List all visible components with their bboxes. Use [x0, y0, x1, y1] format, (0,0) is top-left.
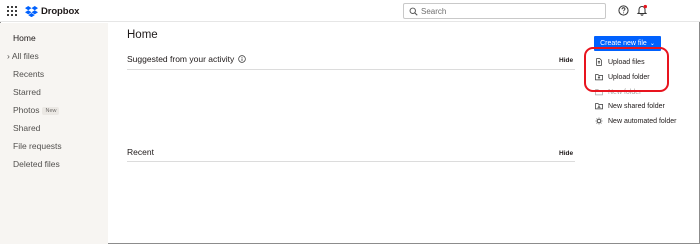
menu-item-label: New automated folder — [608, 117, 677, 125]
menu-item-new-shared-folder[interactable]: New shared folder — [595, 101, 665, 111]
sidebar-item-label: Recents — [13, 69, 45, 79]
sidebar-item-label: Starred — [13, 87, 41, 97]
sidebar-item-photos[interactable]: Photos New — [13, 105, 60, 115]
create-button-label: Create new file — [600, 40, 647, 47]
logo-text: Dropbox — [41, 5, 80, 17]
sidebar-item-label: File requests — [13, 141, 62, 151]
info-icon[interactable] — [238, 55, 246, 63]
sidebar-item-starred[interactable]: Starred — [13, 87, 41, 97]
notification-bell-icon[interactable] — [636, 4, 648, 16]
sidebar-item-label: All files — [11, 51, 39, 61]
chevron-down-icon: ⌄ — [649, 41, 655, 47]
sidebar-item-deleted-files[interactable]: Deleted files — [13, 159, 60, 169]
page-title: Home — [127, 29, 158, 41]
sidebar-item-label: Photos — [13, 105, 40, 115]
dropbox-icon — [25, 5, 38, 17]
sidebar: Home › All files Recents Starred Photos Ne… — [0, 23, 108, 244]
sidebar-item-label: Deleted files — [13, 159, 60, 169]
search-box[interactable] — [403, 3, 606, 19]
sidebar-item-recents[interactable]: Recents — [13, 69, 44, 79]
suggested-title-text: Suggested from your activity — [127, 54, 235, 64]
suggested-divider — [127, 69, 575, 70]
recent-section-title: Recent — [127, 147, 154, 157]
search-icon — [409, 7, 418, 16]
red-highlight-annotation — [584, 47, 669, 92]
sidebar-item-label: Home — [13, 33, 36, 43]
sidebar-item-shared[interactable]: Shared — [13, 123, 40, 133]
menu-item-new-automated-folder[interactable]: New automated folder — [595, 116, 676, 126]
recent-divider — [127, 161, 575, 162]
automated-folder-icon — [595, 117, 603, 125]
recent-hide-link[interactable]: Hide — [559, 150, 573, 157]
sidebar-item-all-files[interactable]: › All files — [7, 51, 39, 61]
menu-item-label: New shared folder — [608, 102, 665, 110]
suggested-hide-link[interactable]: Hide — [559, 57, 573, 64]
top-bar: Dropbox — [0, 0, 700, 22]
new-badge: New — [42, 107, 60, 115]
suggested-section-title: Suggested from your activity — [127, 54, 246, 64]
recent-title-text: Recent — [127, 147, 154, 157]
dropbox-logo[interactable]: Dropbox — [25, 4, 79, 18]
shared-folder-icon — [595, 103, 603, 110]
sidebar-item-file-requests[interactable]: File requests — [13, 141, 62, 151]
expand-chevron-icon[interactable]: › — [7, 51, 10, 61]
app-grid-icon[interactable] — [7, 6, 17, 16]
search-input[interactable] — [421, 6, 591, 16]
sidebar-item-home[interactable]: Home — [13, 33, 36, 43]
sidebar-item-label: Shared — [13, 123, 41, 133]
help-icon[interactable] — [618, 5, 629, 16]
